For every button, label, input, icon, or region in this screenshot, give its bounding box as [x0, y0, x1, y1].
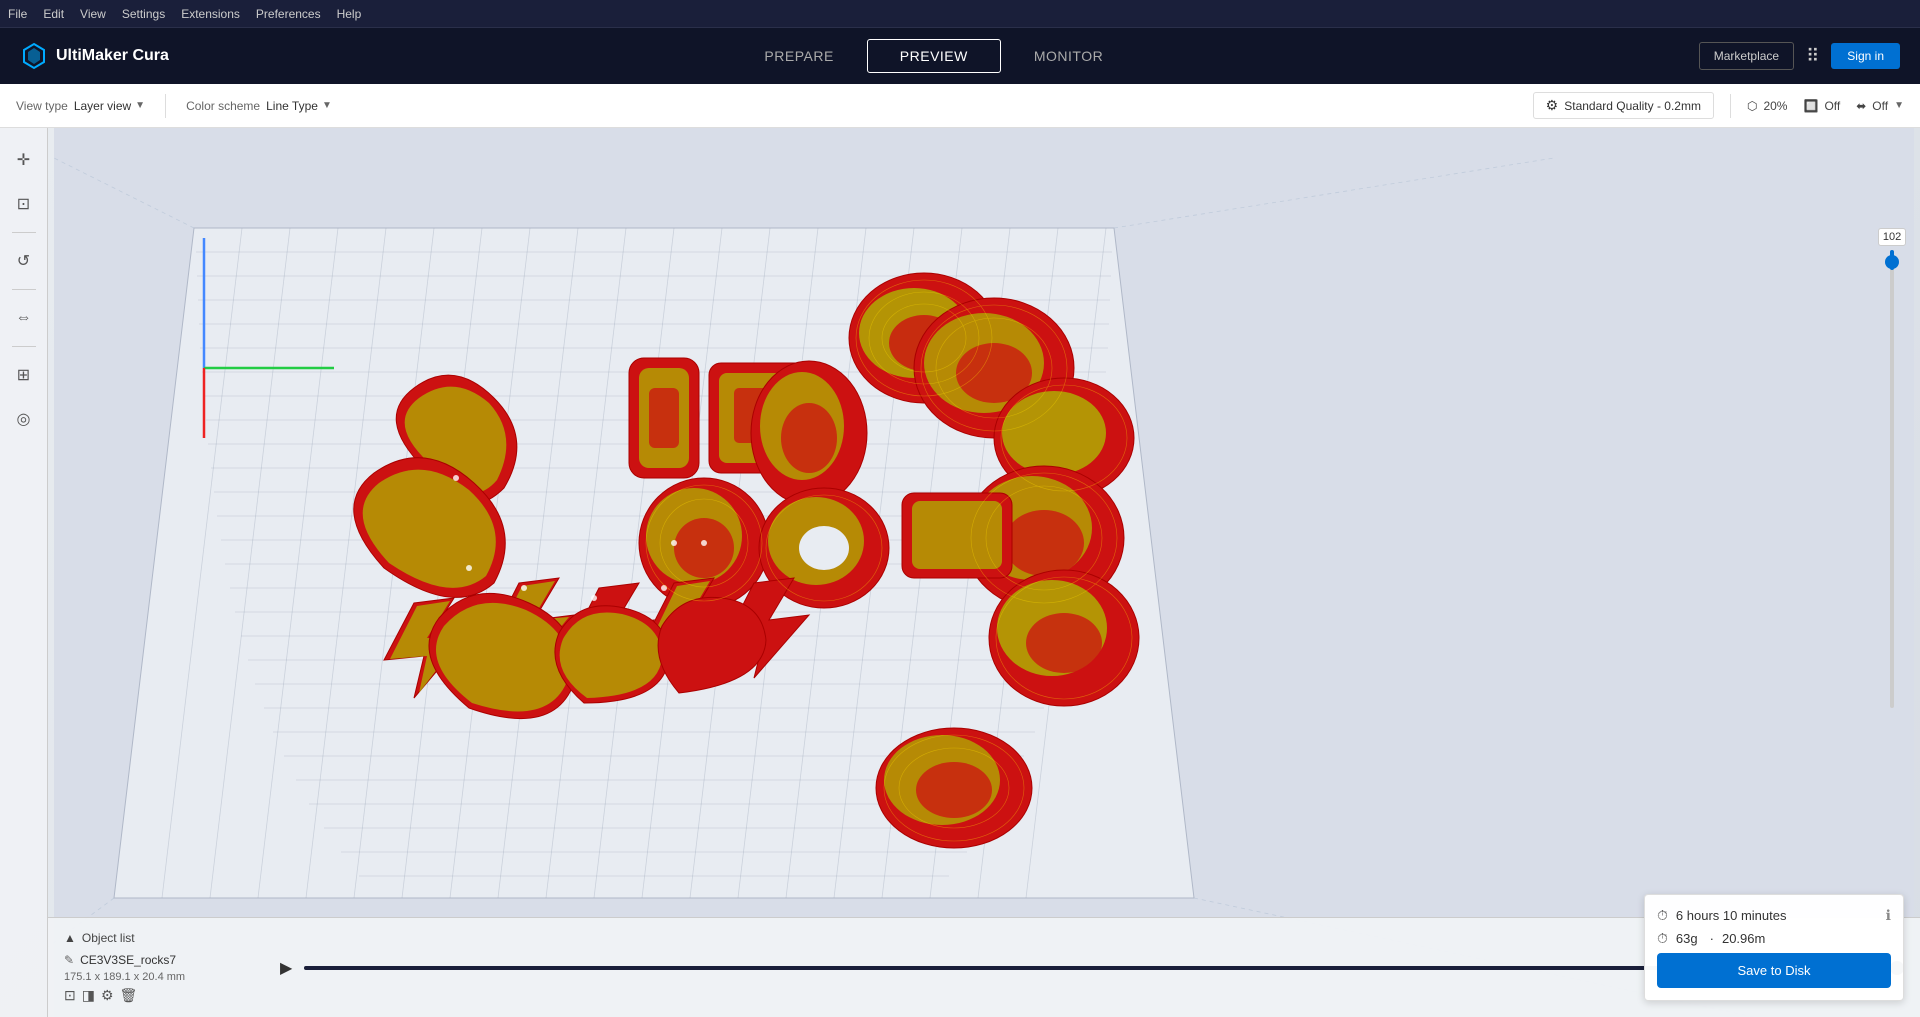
print-length: · — [1710, 931, 1714, 946]
view-type-label: View type — [16, 99, 68, 113]
object-list-collapse-icon: ▲ — [64, 931, 76, 945]
object-item-name: CE3V3SE_rocks7 — [80, 953, 176, 967]
infill-value: 20% — [1763, 99, 1787, 113]
arrange-tool[interactable]: ⊞ — [8, 359, 40, 391]
view-type-dropdown[interactable]: Layer view ▼ — [74, 99, 145, 113]
layer-slider[interactable]: 102 — [1880, 228, 1904, 708]
adhesion-value: Off — [1872, 99, 1888, 113]
print-weight-row: ⏱ 63g · 20.96m — [1657, 930, 1891, 947]
adhesion-icon: ⬌ — [1856, 99, 1866, 113]
app-logo — [20, 42, 48, 70]
print-time: 6 hours 10 minutes — [1676, 908, 1787, 923]
right-info-panel: ⏱ 6 hours 10 minutes ℹ ⏱ 63g · 20.96m Sa… — [1644, 894, 1904, 1001]
logo-area: UltiMaker Cura — [20, 42, 169, 70]
quality-button[interactable]: ⚙ Standard Quality - 0.2mm — [1533, 92, 1714, 119]
menu-file[interactable]: File — [8, 7, 27, 21]
mirror-tool[interactable]: ⇔ — [8, 302, 40, 334]
infill-icon: ⬡ — [1747, 99, 1757, 113]
viewport: ✛ ⊡ ↺ ⇔ ⊞ ◎ — [0, 128, 1920, 1017]
adhesion-group: ⬌ Off ▼ — [1856, 99, 1904, 113]
menu-extensions[interactable]: Extensions — [181, 7, 240, 21]
menu-preferences[interactable]: Preferences — [256, 7, 321, 21]
settings-icon: ⚙ — [1546, 97, 1559, 114]
apps-icon[interactable]: ⠿ — [1806, 46, 1819, 67]
undo-tool[interactable]: ↺ — [8, 245, 40, 277]
object-list-header[interactable]: ▲ Object list — [64, 931, 264, 945]
quality-label: Standard Quality - 0.2mm — [1564, 99, 1701, 113]
tool-separator-1 — [12, 232, 36, 233]
object-list-title: Object list — [82, 931, 135, 945]
clock-icon: ⏱ — [1657, 907, 1668, 924]
adhesion-arrow: ▼ — [1894, 100, 1904, 111]
app-title: UltiMaker Cura — [56, 47, 169, 65]
info-icon[interactable]: ℹ — [1886, 907, 1891, 924]
toolbar-sep-2 — [1730, 94, 1731, 118]
obj-center-icon[interactable]: ⊡ — [64, 987, 76, 1004]
play-button[interactable]: ▶ — [280, 958, 292, 978]
obj-delete-icon[interactable]: 🗑 — [120, 987, 138, 1004]
color-scheme-dropdown[interactable]: Line Type ▼ — [266, 99, 332, 113]
weight-icon: ⏱ — [1657, 930, 1668, 947]
infill-group: ⬡ 20% — [1747, 99, 1788, 113]
print-time-row: ⏱ 6 hours 10 minutes ℹ — [1657, 907, 1891, 924]
menu-edit[interactable]: Edit — [43, 7, 64, 21]
support-icon: 🔲 — [1803, 99, 1818, 113]
toolbar: View type Layer view ▼ Color scheme Line… — [0, 84, 1920, 128]
title-bar: UltiMaker Cura PREPARE PREVIEW MONITOR M… — [0, 28, 1920, 84]
tab-prepare[interactable]: PREPARE — [731, 39, 866, 73]
object-tool-icons: ⊡ ◨ ⚙ 🗑 — [64, 987, 264, 1004]
object-dimensions: 175.1 x 189.1 x 20.4 mm — [64, 971, 264, 983]
move-tool[interactable]: ✛ — [8, 144, 40, 176]
tool-separator-2 — [12, 289, 36, 290]
support-value: Off — [1824, 99, 1840, 113]
left-toolbar: ✛ ⊡ ↺ ⇔ ⊞ ◎ — [0, 128, 48, 1017]
object-item-edit-icon: ✎ — [64, 953, 74, 967]
support-group: 🔲 Off — [1803, 99, 1840, 113]
menu-bar: File Edit View Settings Extensions Prefe… — [0, 0, 1920, 28]
viewport-svg — [48, 128, 1920, 1017]
tab-monitor[interactable]: MONITOR — [1001, 39, 1136, 73]
toolbar-right: ⚙ Standard Quality - 0.2mm ⬡ 20% 🔲 Off ⬌… — [1533, 92, 1904, 119]
tool-separator-3 — [12, 346, 36, 347]
tab-preview[interactable]: PREVIEW — [867, 39, 1001, 73]
obj-view-icon[interactable]: ◨ — [82, 987, 95, 1004]
print-weight: 63g — [1676, 931, 1698, 946]
marketplace-button[interactable]: Marketplace — [1699, 42, 1794, 70]
layer-value: 102 — [1878, 228, 1906, 246]
view-type-value: Layer view — [74, 99, 131, 113]
view-type-group: View type Layer view ▼ — [16, 99, 145, 113]
canvas-area[interactable]: 102 — [48, 128, 1920, 1017]
signin-button[interactable]: Sign in — [1831, 43, 1900, 69]
menu-settings[interactable]: Settings — [122, 7, 165, 21]
nav-tabs: PREPARE PREVIEW MONITOR — [731, 39, 1136, 73]
menu-help[interactable]: Help — [337, 7, 362, 21]
color-scheme-label: Color scheme — [186, 99, 260, 113]
view-type-arrow: ▼ — [135, 100, 145, 111]
layer-slider-track[interactable] — [1890, 250, 1894, 708]
object-list-panel: ▲ Object list ✎ CE3V3SE_rocks7 175.1 x 1… — [64, 931, 264, 1004]
object-item: ✎ CE3V3SE_rocks7 — [64, 951, 264, 969]
menu-view[interactable]: View — [80, 7, 106, 21]
color-scheme-group: Color scheme Line Type ▼ — [186, 99, 332, 113]
timeline-fill — [304, 966, 1792, 970]
bottom-bar: ▲ Object list ✎ CE3V3SE_rocks7 175.1 x 1… — [48, 917, 1920, 1017]
color-scheme-arrow: ▼ — [322, 100, 332, 111]
toolbar-sep-1 — [165, 94, 166, 118]
color-scheme-value: Line Type — [266, 99, 318, 113]
print-length-val: 20.96m — [1722, 931, 1765, 946]
scale-tool[interactable]: ⊡ — [8, 188, 40, 220]
obj-settings-icon[interactable]: ⚙ — [101, 987, 114, 1004]
support-tool[interactable]: ◎ — [8, 403, 40, 435]
title-bar-right: Marketplace ⠿ Sign in — [1699, 42, 1900, 70]
save-to-disk-button[interactable]: Save to Disk — [1657, 953, 1891, 988]
layer-slider-thumb[interactable] — [1885, 255, 1899, 269]
